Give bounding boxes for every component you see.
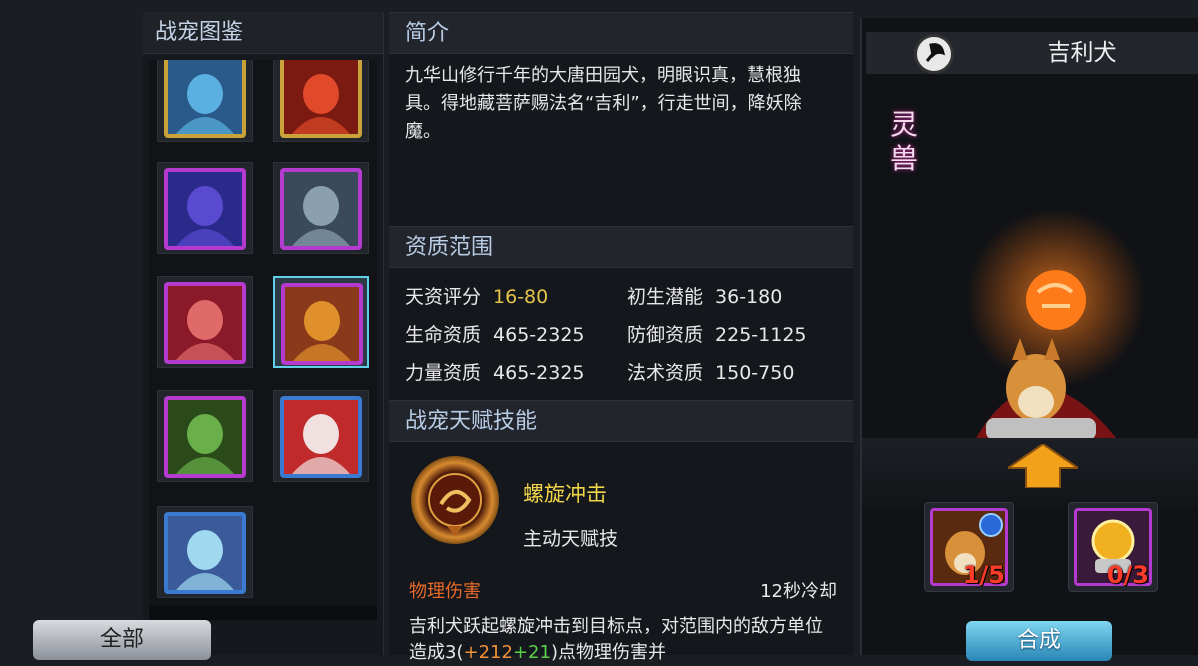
pet-grey-beast-portrait <box>280 168 362 250</box>
pet-slot-pet-jili-dog[interactable] <box>273 276 369 368</box>
stat-value: 225-1125 <box>715 324 807 346</box>
pet-white-deer-portrait <box>164 512 246 594</box>
pet-catalog-panel: 战宠图鉴 <box>143 12 384 655</box>
pet-slot-pet-blue-sage[interactable] <box>157 60 253 142</box>
stat-label: 生命资质 <box>405 324 482 346</box>
pet-purple-dragon-portrait <box>164 168 246 250</box>
pet-green-monster-portrait <box>164 396 246 478</box>
stat-label: 初生潜能 <box>627 286 704 308</box>
axe-icon <box>914 34 954 74</box>
stat-0: 天资评分 16-80 <box>405 282 548 309</box>
gold-orb-count: 0/3 <box>1106 561 1149 589</box>
pet-slot-pet-red-warrior[interactable] <box>273 60 369 142</box>
stat-4: 力量资质 465-2325 <box>405 358 585 385</box>
pet-name: 吉利犬 <box>1047 40 1117 66</box>
desc-bonus-green: +21 <box>512 642 551 663</box>
pet-model-stage[interactable] <box>866 188 1198 458</box>
damage-type: 物理伤害 <box>409 581 481 602</box>
stat-label: 天资评分 <box>405 286 482 308</box>
stat-3: 防御资质 225-1125 <box>627 320 807 347</box>
stat-value: 36-180 <box>715 286 783 308</box>
stat-label: 力量资质 <box>405 362 482 384</box>
talent-header: 战宠天赋技能 <box>389 400 853 442</box>
stat-value: 16-80 <box>493 286 549 308</box>
grid-scroll-track[interactable] <box>149 606 377 620</box>
aptitude-header: 资质范围 <box>389 226 853 268</box>
stat-value: 465-2325 <box>493 362 585 384</box>
pet-red-warrior-portrait <box>280 60 362 138</box>
skill-cooldown: 12秒冷却 <box>760 581 837 602</box>
intro-header: 简介 <box>389 12 853 54</box>
skill-spiral-icon[interactable] <box>411 456 499 544</box>
filter-all-button[interactable]: 全部 <box>33 620 211 660</box>
pet-slot-pet-white-deer[interactable] <box>157 506 253 598</box>
stat-label: 法术资质 <box>627 362 704 384</box>
stat-2: 生命资质 465-2325 <box>405 320 585 347</box>
rarity-tag: 灵兽 <box>890 108 919 175</box>
pet-model <box>966 208 1146 440</box>
pet-info-panel: 简介 九华山修行千年的大唐田园犬，明眼识真，慧根独具。得地藏菩萨赐法名“吉利”，… <box>389 12 853 663</box>
skill-name: 螺旋冲击 <box>523 482 607 506</box>
pet-jili-dog-portrait <box>281 283 363 365</box>
stat-1: 初生潜能 36-180 <box>627 282 782 309</box>
material-slot-dog-shard[interactable]: 1/5 <box>924 502 1014 592</box>
pet-slot-pet-grey-beast[interactable] <box>273 162 369 254</box>
pet-blue-sage-portrait <box>164 60 246 138</box>
pet-catalog-title: 战宠图鉴 <box>143 12 383 54</box>
pet-detail-panel: 吉利犬 灵兽 1/5 0/3 合成 <box>860 18 1198 661</box>
stat-value: 465-2325 <box>493 324 585 346</box>
desc-bonus-orange: +212 <box>463 642 513 663</box>
pet-slot-pet-white-hair-girl[interactable] <box>157 276 253 368</box>
stat-label: 防御资质 <box>627 324 704 346</box>
intro-text: 九华山修行千年的大唐田园犬，明眼识真，慧根独具。得地藏菩萨赐法名“吉利”，行走世… <box>405 65 802 142</box>
pet-grid[interactable] <box>149 60 377 615</box>
skill-type: 主动天赋技 <box>523 528 619 550</box>
skill-emblem <box>428 473 482 536</box>
pet-slot-pet-purple-dragon[interactable] <box>157 162 253 254</box>
pet-white-hair-girl-portrait <box>164 282 246 364</box>
dog-shard-count: 1/5 <box>962 561 1005 589</box>
stat-value: 150-750 <box>715 362 795 384</box>
stat-5: 法术资质 150-750 <box>627 358 794 385</box>
pet-slot-pet-green-monster[interactable] <box>157 390 253 482</box>
combine-button[interactable]: 合成 <box>966 621 1112 661</box>
material-slot-gold-orb[interactable]: 0/3 <box>1068 502 1158 592</box>
skill-description: 吉利犬跃起螺旋冲击到目标点，对范围内的敌方单位造成3(+212+21)点物理伤害… <box>409 614 839 666</box>
upgrade-arrow-icon <box>1004 442 1082 489</box>
desc-text-2: )点物理伤害并 <box>550 642 666 663</box>
pet-fox-girl-portrait <box>280 396 362 478</box>
pet-slot-pet-fox-girl[interactable] <box>273 390 369 482</box>
